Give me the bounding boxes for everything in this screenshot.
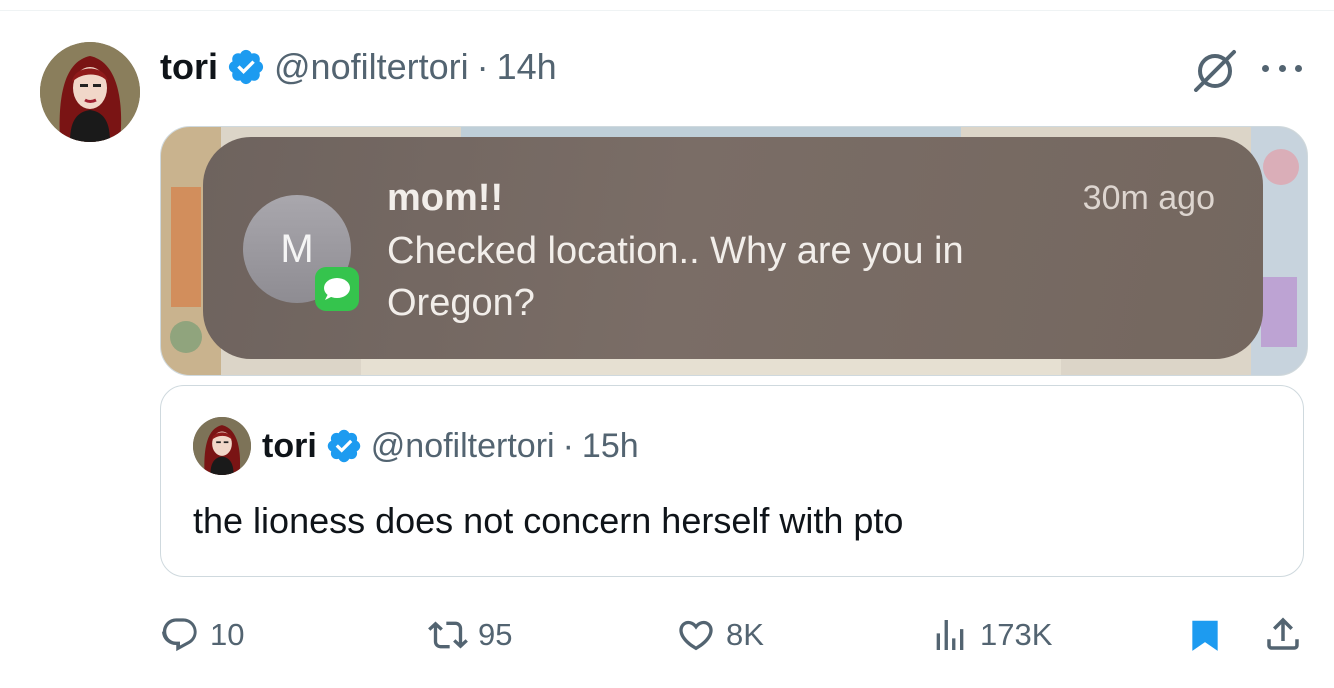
notification-time: 30m ago xyxy=(1082,179,1215,217)
bookmark-icon[interactable] xyxy=(1186,615,1224,655)
like-icon xyxy=(679,620,713,651)
quoted-tweet[interactable] xyxy=(160,385,1304,577)
verified-badge-icon xyxy=(228,49,264,85)
quoted-tweet-text: the lioness does not concern herself wit… xyxy=(193,500,904,541)
grok-icon[interactable] xyxy=(1190,46,1240,92)
tweet-header: tori @nofiltertori · 14h xyxy=(160,44,557,90)
like-count: 8K xyxy=(726,617,764,652)
messages-app-icon xyxy=(315,267,359,311)
author-name[interactable]: tori xyxy=(160,46,218,88)
reply-button[interactable]: 10 xyxy=(160,610,244,660)
quoted-tweet-header: tori @nofiltertori · 15h xyxy=(262,425,639,467)
top-divider xyxy=(0,10,1334,11)
views-button[interactable]: 173K xyxy=(930,610,1052,660)
repost-button[interactable]: 95 xyxy=(428,610,512,660)
share-icon[interactable] xyxy=(1262,613,1304,655)
imessage-notification[interactable]: M mom!! 30m ago Checked location.. Why a… xyxy=(203,137,1263,359)
separator-dot: · xyxy=(562,426,574,465)
quoted-author-avatar[interactable] xyxy=(193,417,251,475)
notification-sender: mom!! xyxy=(387,177,504,219)
repost-count: 95 xyxy=(478,617,513,652)
notification-message: Checked location.. Why are you in Oregon… xyxy=(387,230,964,324)
reply-count: 10 xyxy=(210,617,245,652)
author-avatar[interactable] xyxy=(40,42,140,142)
contact-initial: M xyxy=(280,226,314,271)
quoted-author-handle[interactable]: @nofiltertori xyxy=(371,427,555,466)
tweet-time[interactable]: 14h xyxy=(497,46,557,88)
reply-icon xyxy=(162,618,197,652)
avatar-illustration xyxy=(193,417,251,475)
views-icon xyxy=(936,620,964,650)
quoted-author-name[interactable]: tori xyxy=(262,427,317,466)
tweet-image[interactable]: M mom!! 30m ago Checked location.. Why a… xyxy=(160,126,1308,376)
repost-icon xyxy=(428,621,468,649)
views-count: 173K xyxy=(980,617,1053,652)
quoted-tweet-time[interactable]: 15h xyxy=(582,427,639,466)
author-handle[interactable]: @nofiltertori xyxy=(274,46,469,88)
avatar-illustration xyxy=(40,42,140,142)
separator-dot: · xyxy=(476,46,489,87)
more-icon[interactable] xyxy=(1262,58,1302,78)
verified-badge-icon xyxy=(327,429,361,463)
like-button[interactable]: 8K xyxy=(676,610,764,660)
tweet-action-bar: 10 95 8K 173K xyxy=(0,610,1334,660)
